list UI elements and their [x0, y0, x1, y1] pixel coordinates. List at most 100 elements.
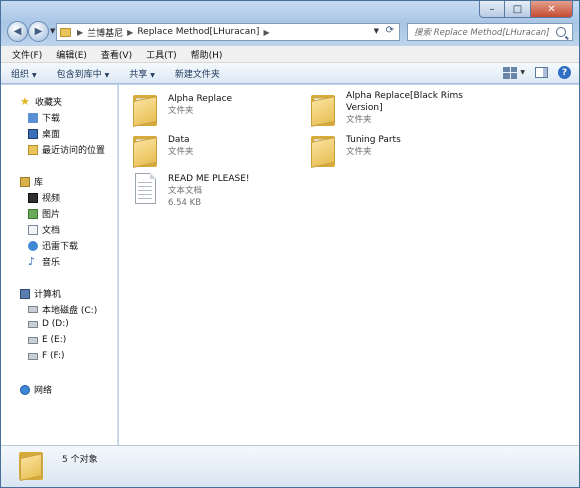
address-bar[interactable]: ▶ 兰博基尼 ▶ Replace Method[LHuracan] ▶ ▼ ⟳	[56, 23, 400, 41]
menu-edit[interactable]: 编辑(E)	[49, 48, 94, 61]
command-bar: 组织 ▼ 包含到库中 ▼ 共享 ▼ 新建文件夹 ▼ ?	[1, 63, 579, 84]
breadcrumb-segment[interactable]: Replace Method[LHuracan]	[137, 27, 259, 37]
details-pane: 5 个对象	[1, 445, 579, 487]
computer-icon	[20, 288, 30, 299]
maximize-icon: □	[512, 3, 523, 15]
sidebar-item-desktop[interactable]: 桌面	[28, 127, 60, 140]
folder-icon	[60, 27, 71, 37]
sidebar-item-videos[interactable]: 视频	[28, 191, 60, 204]
explorer-window: – □ ✕ ◀ ▶ ▼ ▶ 兰博基尼 ▶ Replace Method[LHur…	[0, 0, 580, 488]
organize-button[interactable]: 组织 ▼	[11, 67, 37, 80]
drive-icon	[28, 352, 38, 360]
file-type: 文件夹	[346, 115, 372, 125]
minimize-button[interactable]: –	[479, 1, 505, 18]
file-item-read-me-please[interactable]: READ ME PLEASE! 文本文档 6.54 KB	[133, 173, 250, 209]
close-icon: ✕	[547, 3, 556, 15]
folder-icon	[133, 134, 157, 168]
sidebar-item-documents[interactable]: 文档	[28, 223, 60, 236]
share-label: 共享	[129, 69, 148, 80]
menu-file[interactable]: 文件(F)	[5, 48, 49, 61]
sidebar-item-drive-f[interactable]: F (F:)	[28, 351, 65, 361]
refresh-icon[interactable]: ⟳	[386, 25, 394, 36]
sidebar-item-label: 文档	[42, 226, 61, 236]
sidebar-item-recent-places[interactable]: 最近访问的位置	[28, 143, 105, 156]
folder-icon	[311, 93, 335, 127]
sidebar-item-label: F (F:)	[42, 351, 65, 361]
sidebar-item-label: 网络	[34, 386, 53, 396]
desktop-icon	[28, 128, 38, 139]
chevron-right-icon[interactable]: ▶	[77, 28, 83, 37]
sidebar-item-computer[interactable]: 计算机	[20, 287, 61, 300]
include-in-library-button[interactable]: 包含到库中 ▼	[57, 67, 110, 80]
address-dropdown-icon[interactable]: ▼	[374, 27, 379, 35]
file-list: Alpha Replace 文件夹 Alpha Replace[Black Ri…	[119, 85, 579, 445]
menu-tools[interactable]: 工具(T)	[139, 48, 184, 61]
menu-bar: 文件(F) 编辑(E) 查看(V) 工具(T) 帮助(H)	[1, 46, 579, 63]
drive-icon	[28, 306, 38, 313]
menu-help[interactable]: 帮助(H)	[184, 48, 230, 61]
file-size: 6.54 KB	[168, 198, 202, 208]
music-note-icon: ♪	[28, 254, 36, 268]
item-count: 5 个对象	[62, 455, 98, 465]
file-item-data[interactable]: Data 文件夹	[133, 134, 194, 168]
file-type: 文本文档	[168, 186, 203, 196]
navigation-row: ◀ ▶ ▼ ▶ 兰博基尼 ▶ Replace Method[LHuracan] …	[1, 19, 579, 45]
sidebar-item-label: 迅雷下载	[42, 242, 79, 252]
sidebar-item-label: 最近访问的位置	[42, 146, 106, 156]
document-library-icon	[28, 224, 38, 235]
file-type: 文件夹	[168, 147, 194, 157]
preview-pane-icon[interactable]	[535, 67, 548, 78]
sidebar-item-network[interactable]: 网络	[20, 383, 52, 396]
folder-icon	[311, 134, 335, 168]
back-arrow-icon: ◀	[13, 26, 22, 37]
include-in-library-label: 包含到库中	[56, 69, 102, 80]
file-name: Data	[168, 135, 190, 145]
breadcrumb-segment[interactable]: 兰博基尼	[87, 26, 123, 39]
file-item-alpha-replace-black-rims[interactable]: Alpha Replace[Black Rims Version] 文件夹	[311, 90, 463, 127]
organize-label: 组织	[11, 69, 30, 80]
forward-button[interactable]: ▶	[28, 21, 49, 42]
navigation-pane: ★ 收藏夹 下载 桌面 最近访问的位置 库 视频 图片 文档 迅雷下载 ♪ 音乐…	[1, 85, 118, 445]
video-library-icon	[28, 192, 38, 203]
text-file-icon	[133, 173, 157, 207]
chevron-right-icon[interactable]: ▶	[263, 28, 269, 37]
sidebar-item-drive-c[interactable]: 本地磁盘 (C:)	[28, 303, 97, 316]
share-button[interactable]: 共享 ▼	[129, 67, 155, 80]
file-item-alpha-replace[interactable]: Alpha Replace 文件夹	[133, 93, 232, 127]
star-icon: ★	[20, 94, 30, 108]
sidebar-item-music[interactable]: ♪ 音乐	[28, 254, 60, 269]
recent-places-icon	[28, 144, 38, 155]
folder-icon	[133, 93, 157, 127]
maximize-button[interactable]: □	[505, 1, 531, 18]
sidebar-item-pictures[interactable]: 图片	[28, 207, 60, 220]
help-icon[interactable]: ?	[558, 66, 571, 79]
file-name: Alpha Replace	[168, 94, 233, 104]
sidebar-item-libraries[interactable]: 库	[20, 175, 43, 188]
chevron-down-icon: ▼	[150, 71, 155, 79]
back-button[interactable]: ◀	[7, 21, 28, 42]
chevron-right-icon[interactable]: ▶	[127, 28, 133, 37]
close-button[interactable]: ✕	[531, 1, 573, 18]
sidebar-item-label: 视频	[42, 194, 61, 204]
sidebar-item-xunlei-downloads[interactable]: 迅雷下载	[28, 239, 78, 252]
network-icon	[20, 384, 30, 395]
xunlei-icon	[28, 240, 38, 251]
sidebar-item-drive-e[interactable]: E (E:)	[28, 335, 66, 345]
search-icon[interactable]	[556, 27, 566, 37]
new-folder-button[interactable]: 新建文件夹	[175, 67, 220, 80]
sidebar-item-drive-d[interactable]: D (D:)	[28, 319, 69, 329]
search-box[interactable]: 搜索 Replace Method[LHuracan]	[407, 23, 573, 41]
sidebar-item-label: 桌面	[42, 130, 61, 140]
menu-view[interactable]: 查看(V)	[94, 48, 139, 61]
sidebar-item-label: 下载	[42, 114, 61, 124]
chevron-down-icon[interactable]: ▼	[520, 69, 525, 76]
sidebar-item-favorites[interactable]: ★ 收藏夹	[20, 94, 63, 109]
sidebar-item-label: 收藏夹	[35, 98, 63, 108]
sidebar-item-label: 本地磁盘 (C:)	[42, 306, 98, 316]
caption-buttons: – □ ✕	[479, 1, 573, 18]
change-view-icon[interactable]	[503, 66, 518, 79]
search-input[interactable]: 搜索 Replace Method[LHuracan]	[414, 26, 556, 38]
file-item-tuning-parts[interactable]: Tuning Parts 文件夹	[311, 134, 401, 168]
sidebar-item-downloads[interactable]: 下载	[28, 111, 60, 124]
recent-pages-dropdown[interactable]: ▼	[50, 27, 55, 35]
